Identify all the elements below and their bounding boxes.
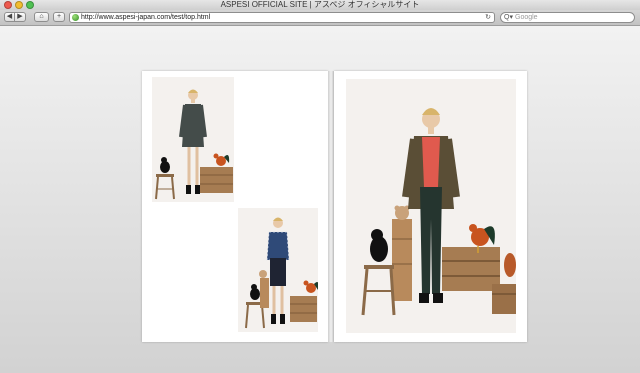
lookbook-photo-green-dress[interactable] [152, 77, 234, 202]
add-bookmark-button[interactable]: + [53, 12, 65, 22]
lookbook-photo-plaid-shirt[interactable] [238, 208, 318, 332]
forward-arrow-icon: ▶ [17, 13, 23, 20]
page-viewport [0, 26, 640, 373]
catalog-right-page [334, 71, 527, 342]
back-button[interactable]: ◀ [4, 12, 15, 22]
model-plaid-shirt-image [245, 217, 318, 329]
address-bar[interactable]: http://www.aspesi-japan.com/test/top.htm… [69, 12, 495, 23]
url-text[interactable]: http://www.aspesi-japan.com/test/top.htm… [81, 13, 210, 22]
lookbook-photo-olive-jacket[interactable] [346, 79, 516, 333]
forward-button[interactable]: ▶ [15, 12, 26, 22]
window-title: ASPESI OFFICIAL SITE | アスペジ オフィシャルサイト [220, 0, 420, 9]
back-arrow-icon: ◀ [6, 13, 13, 20]
search-placeholder[interactable]: Google [515, 13, 538, 22]
reload-icon[interactable]: ↻ [485, 13, 491, 22]
browser-toolbar: ◀ ▶ ⌂ + http://www.aspesi-japan.com/test… [0, 10, 640, 26]
model-green-dress-image [155, 89, 233, 200]
home-icon: ⌂ [39, 13, 44, 20]
search-field[interactable]: Q▾ Google [500, 12, 635, 23]
catalog-left-page [142, 71, 328, 342]
site-globe-icon [72, 14, 79, 21]
plus-icon: + [56, 13, 62, 20]
search-icon[interactable]: Q▾ [504, 13, 513, 22]
model-olive-jacket-image [361, 108, 516, 316]
home-button[interactable]: ⌂ [34, 12, 49, 22]
